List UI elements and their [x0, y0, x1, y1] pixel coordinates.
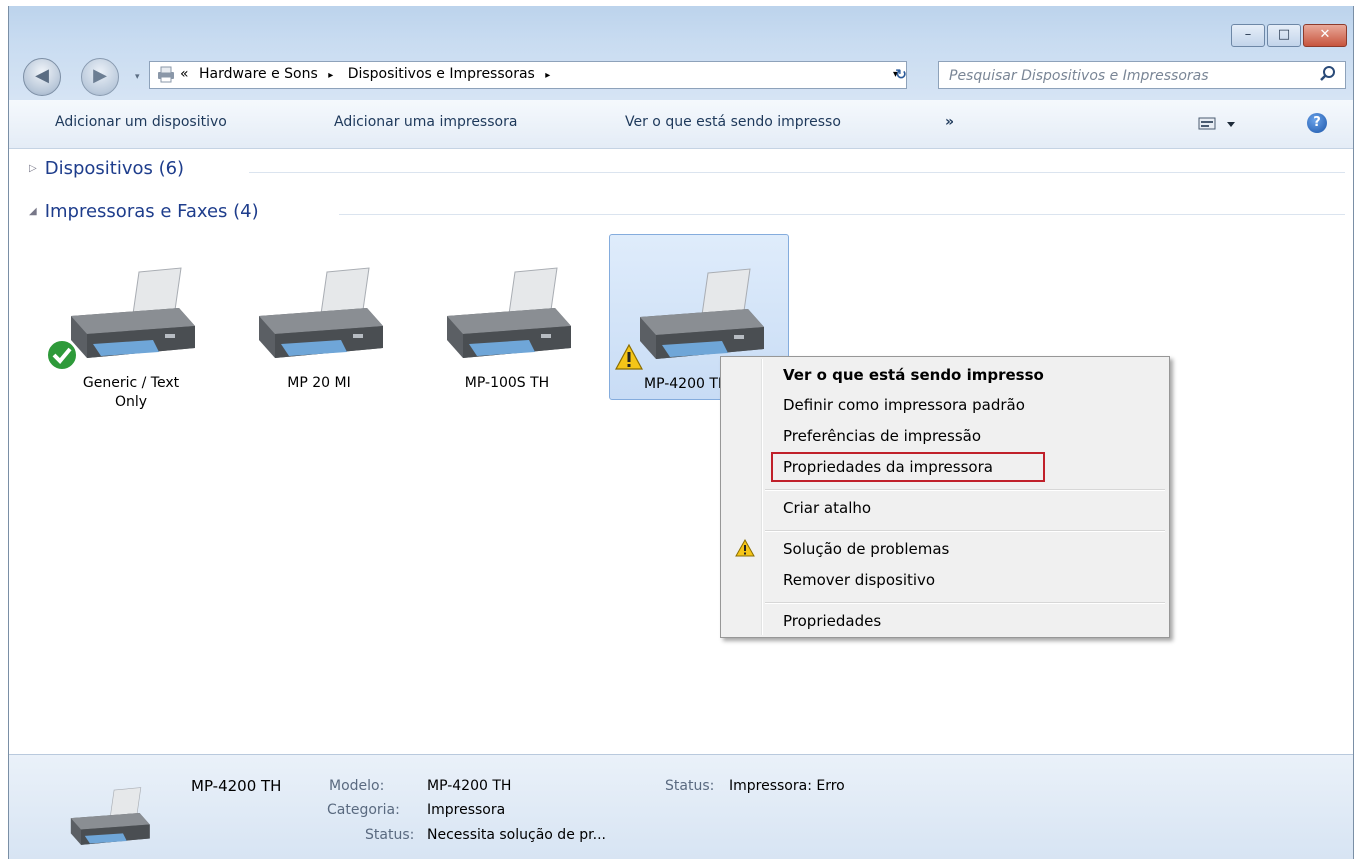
breadcrumb-separator-icon[interactable]: ▸	[328, 70, 333, 81]
printers-group-header[interactable]: ◢ Impressoras e Faxes (4)	[29, 201, 259, 222]
printer-icon	[259, 267, 383, 358]
minimize-icon: –	[1244, 27, 1252, 42]
details-pane: MP-4200 TH Modelo: MP-4200 TH Categoria:…	[9, 754, 1353, 859]
back-arrow-icon: ◀	[35, 65, 49, 86]
details-model-label: Modelo:	[329, 778, 385, 794]
details-category-label: Categoria:	[327, 802, 400, 818]
recent-pages-icon[interactable]: ▾	[135, 72, 140, 82]
printer-label: Generic / Text Only	[82, 375, 180, 410]
command-bar: Adicionar um dispositivo Adicionar uma i…	[9, 100, 1353, 149]
group-divider	[249, 172, 1345, 173]
menu-item-create-shortcut[interactable]: Criar atalho	[783, 499, 871, 517]
menu-separator	[765, 489, 1165, 491]
maximize-button[interactable]: □	[1267, 24, 1301, 47]
devices-group-header[interactable]: ▷ Dispositivos (6)	[29, 158, 184, 179]
search-icon[interactable]	[1319, 65, 1337, 83]
default-printer-check-icon	[46, 339, 78, 371]
search-box[interactable]	[938, 61, 1346, 89]
group-divider	[339, 214, 1345, 215]
maximize-icon: □	[1277, 27, 1291, 42]
forward-button[interactable]: ▶	[81, 58, 119, 96]
menu-item-properties[interactable]: Propriedades	[783, 612, 881, 630]
breadcrumb-dispositivos-e-impressoras[interactable]: Dispositivos e Impressoras	[348, 66, 535, 82]
printers-group-title: Impressoras e Faxes (4)	[44, 201, 259, 222]
printer-label: MP-4200 TH	[644, 376, 729, 392]
expand-arrow-icon[interactable]: ▷	[29, 163, 37, 174]
breadcrumb-hardware-e-sons[interactable]: Hardware e Sons	[199, 66, 318, 82]
menu-item-troubleshoot[interactable]: Solução de problemas	[783, 540, 949, 558]
details-model-value: MP-4200 TH	[427, 778, 512, 794]
refresh-button[interactable]: ↻	[889, 63, 913, 87]
devices-printers-icon	[158, 66, 174, 83]
printer-icon	[70, 787, 150, 845]
close-icon: ✕	[1319, 27, 1331, 42]
close-button[interactable]: ✕	[1303, 24, 1347, 47]
printer-mp-100s-th[interactable]: MP-100S TH	[417, 234, 597, 400]
details-status-value: Necessita solução de pr...	[427, 827, 606, 843]
change-view-icon[interactable]	[1197, 116, 1237, 132]
menu-item-remove-device[interactable]: Remover dispositivo	[783, 571, 935, 589]
details-printer-status-label: Status:	[665, 778, 715, 794]
details-status-label: Status:	[365, 827, 415, 843]
menu-item-set-default-printer[interactable]: Definir como impressora padrão	[783, 396, 1025, 414]
printer-label: MP 20 MI	[287, 375, 351, 391]
printer-icon	[71, 267, 195, 358]
devices-group-title: Dispositivos (6)	[44, 158, 185, 179]
title-bar: – □ ✕ ◀ ▶ ▾ « Hardware e Sons ▸ Disposit…	[9, 6, 1353, 100]
explorer-window: – □ ✕ ◀ ▶ ▾ « Hardware e Sons ▸ Disposit…	[8, 6, 1354, 859]
refresh-icon: ↻	[895, 67, 907, 83]
address-bar[interactable]: « Hardware e Sons ▸ Dispositivos e Impre…	[149, 61, 907, 89]
troubleshoot-warning-icon	[735, 539, 755, 557]
warning-icon	[614, 343, 644, 370]
more-commands-button[interactable]: »	[945, 114, 954, 130]
menu-gutter	[761, 359, 763, 635]
menu-item-printer-properties[interactable]: Propriedades da impressora	[783, 458, 993, 476]
window-controls: – □ ✕	[1229, 24, 1347, 47]
printer-icon	[447, 267, 571, 358]
breadcrumb: « Hardware e Sons ▸ Dispositivos e Impre…	[180, 66, 560, 82]
back-button[interactable]: ◀	[23, 58, 61, 96]
printer-label: MP-100S TH	[464, 375, 550, 391]
breadcrumb-separator-icon[interactable]: ▸	[545, 70, 550, 81]
details-device-name: MP-4200 TH	[191, 777, 282, 795]
menu-separator	[765, 530, 1165, 532]
menu-separator	[765, 602, 1165, 604]
minimize-button[interactable]: –	[1231, 24, 1265, 47]
printer-mp-20-mi[interactable]: MP 20 MI	[229, 234, 409, 400]
details-category-value: Impressora	[427, 802, 506, 818]
add-printer-button[interactable]: Adicionar uma impressora	[334, 114, 517, 130]
collapse-arrow-icon[interactable]: ◢	[29, 206, 37, 217]
printer-generic-text-only[interactable]: Generic / Text Only	[41, 234, 221, 410]
add-device-button[interactable]: Adicionar um dispositivo	[55, 114, 227, 130]
menu-item-printing-preferences[interactable]: Preferências de impressão	[783, 427, 981, 445]
search-input[interactable]	[947, 65, 1311, 87]
details-printer-status-value: Impressora: Erro	[729, 778, 845, 794]
help-icon[interactable]: ?	[1307, 113, 1327, 133]
menu-item-see-printing[interactable]: Ver o que está sendo impresso	[783, 366, 1044, 384]
see-printing-button[interactable]: Ver o que está sendo impresso	[625, 114, 841, 130]
breadcrumb-overflow-icon[interactable]: «	[180, 66, 189, 82]
forward-arrow-icon: ▶	[93, 65, 107, 86]
context-menu: Ver o que está sendo impresso Definir co…	[720, 356, 1170, 638]
help-glyph: ?	[1313, 115, 1321, 130]
